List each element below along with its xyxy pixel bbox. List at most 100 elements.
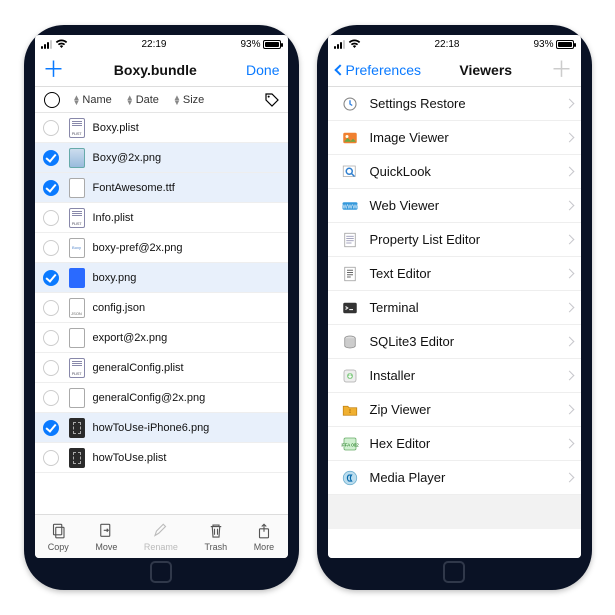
file-row[interactable]: howToUse-iPhone6.png [35, 413, 288, 443]
select-checkbox[interactable] [41, 330, 61, 346]
chevron-right-icon [564, 133, 574, 143]
viewer-row[interactable]: Zip Viewer [328, 393, 581, 427]
file-icon [67, 418, 87, 438]
viewer-icon: WWW [338, 196, 362, 216]
select-checkbox[interactable] [41, 180, 61, 196]
viewer-row[interactable]: QuickLook [328, 155, 581, 189]
viewer-icon [338, 128, 362, 148]
file-row[interactable]: export@2x.png [35, 323, 288, 353]
phone-right: 22:18 93% Preferences Viewers ＋ Settings… [317, 25, 592, 590]
signal-icon [334, 40, 345, 49]
file-icon [67, 328, 87, 348]
viewer-row[interactable]: SQLite3 Editor [328, 325, 581, 359]
file-name: howToUse-iPhone6.png [93, 422, 284, 434]
col-name[interactable]: ▲▼Name [67, 94, 118, 106]
file-name: FontAwesome.ttf [93, 182, 284, 194]
file-icon [67, 268, 87, 288]
file-row[interactable]: Boxy@2x.png [35, 143, 288, 173]
file-name: config.json [93, 302, 284, 314]
viewer-label: Installer [370, 368, 566, 383]
col-size[interactable]: ▲▼Size [167, 94, 210, 106]
select-checkbox[interactable] [41, 150, 61, 166]
file-row[interactable]: howToUse.plist [35, 443, 288, 473]
wifi-icon [348, 39, 361, 49]
file-icon [67, 388, 87, 408]
col-date[interactable]: ▲▼Date [120, 94, 165, 106]
file-name: Boxy.plist [93, 122, 284, 134]
viewer-row[interactable]: Settings Restore [328, 87, 581, 121]
select-checkbox[interactable] [41, 300, 61, 316]
tag-column[interactable] [212, 92, 283, 108]
viewer-label: Image Viewer [370, 130, 566, 145]
chevron-right-icon [564, 303, 574, 313]
select-checkbox[interactable] [41, 390, 61, 406]
wifi-icon [55, 39, 68, 49]
file-icon [67, 178, 87, 198]
select-checkbox[interactable] [41, 210, 61, 226]
chevron-right-icon [564, 235, 574, 245]
done-button[interactable]: Done [246, 62, 279, 78]
status-time: 22:18 [434, 39, 459, 50]
file-name: Boxy@2x.png [93, 152, 284, 164]
file-row[interactable]: generalConfig@2x.png [35, 383, 288, 413]
toolbar-copy[interactable]: Copy [48, 522, 69, 552]
home-button[interactable] [443, 561, 465, 583]
file-row[interactable]: Info.plist [35, 203, 288, 233]
viewer-icon [338, 366, 362, 386]
battery-percent: 93% [240, 39, 260, 50]
home-button[interactable] [150, 561, 172, 583]
toolbar-rename: Rename [144, 522, 178, 552]
file-row[interactable]: boxy-pref@2x.png [35, 233, 288, 263]
viewer-icon [338, 298, 362, 318]
file-row[interactable]: config.json [35, 293, 288, 323]
navbar: ＋ Boxy.bundle Done [35, 53, 288, 87]
viewer-icon [338, 400, 362, 420]
toolbar-trash[interactable]: Trash [204, 522, 227, 552]
select-checkbox[interactable] [41, 270, 61, 286]
battery-icon [556, 40, 574, 49]
file-name: Info.plist [93, 212, 284, 224]
viewer-row[interactable]: WWW Web Viewer [328, 189, 581, 223]
select-checkbox[interactable] [41, 420, 61, 436]
file-row[interactable]: boxy.png [35, 263, 288, 293]
viewer-label: Web Viewer [370, 198, 566, 213]
file-name: export@2x.png [93, 332, 284, 344]
file-icon [67, 358, 87, 378]
select-checkbox[interactable] [41, 120, 61, 136]
viewer-icon [338, 468, 362, 488]
chevron-right-icon [564, 439, 574, 449]
toolbar-move[interactable]: Move [95, 522, 117, 552]
viewer-row[interactable]: Text Editor [328, 257, 581, 291]
viewer-label: QuickLook [370, 164, 566, 179]
file-icon [67, 118, 87, 138]
viewer-row[interactable]: Image Viewer [328, 121, 581, 155]
chevron-right-icon [564, 405, 574, 415]
viewer-label: Zip Viewer [370, 402, 566, 417]
file-icon [67, 208, 87, 228]
viewer-row[interactable]: CFFA 0029Hex Editor [328, 427, 581, 461]
chevron-right-icon [564, 337, 574, 347]
add-button[interactable]: ＋ [43, 59, 65, 81]
file-row[interactable]: FontAwesome.ttf [35, 173, 288, 203]
viewer-row[interactable]: Installer [328, 359, 581, 393]
file-row[interactable]: Boxy.plist [35, 113, 288, 143]
back-button[interactable]: Preferences [336, 62, 421, 78]
viewer-icon [338, 264, 362, 284]
viewer-row[interactable]: Property List Editor [328, 223, 581, 257]
viewer-icon: CFFA 0029 [338, 434, 362, 454]
viewer-label: Text Editor [370, 266, 566, 281]
select-checkbox[interactable] [41, 360, 61, 376]
column-headers: ▲▼Name ▲▼Date ▲▼Size [35, 87, 288, 113]
tag-icon [264, 92, 280, 108]
file-row[interactable]: generalConfig.plist [35, 353, 288, 383]
statusbar: 22:19 93% [35, 35, 288, 53]
select-checkbox[interactable] [41, 450, 61, 466]
chevron-right-icon [564, 167, 574, 177]
viewer-row[interactable]: Terminal [328, 291, 581, 325]
toolbar-more[interactable]: More [254, 522, 275, 552]
viewer-icon [338, 94, 362, 114]
viewer-row[interactable]: Media Player [328, 461, 581, 495]
select-all[interactable] [39, 92, 65, 108]
add-button-disabled: ＋ [550, 59, 572, 81]
select-checkbox[interactable] [41, 240, 61, 256]
